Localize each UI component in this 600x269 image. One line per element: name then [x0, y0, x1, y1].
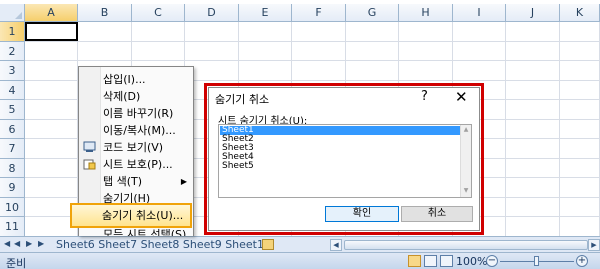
row-header[interactable]: 11: [0, 217, 25, 237]
row-header[interactable]: 7: [0, 139, 25, 159]
menu-item-delete[interactable]: 삭제(D): [79, 88, 193, 105]
row-header[interactable]: 5: [0, 100, 25, 120]
column-header[interactable]: B: [78, 4, 132, 22]
sheet-tab-bar: ◀ ◀ ▶ ▶ Sheet6 Sheet7 Sheet8 Sheet9 Shee…: [0, 236, 600, 252]
prev-sheet-icon[interactable]: ◀: [14, 239, 20, 248]
list-item[interactable]: Sheet5: [220, 162, 460, 171]
column-header[interactable]: G: [346, 4, 399, 22]
hidden-sheet-list[interactable]: Sheet1 Sheet2 Sheet3 Sheet4 Sheet5 ▲ ▼: [218, 124, 472, 198]
column-header[interactable]: C: [132, 4, 185, 22]
zoom-out-icon[interactable]: −: [486, 255, 498, 267]
close-icon[interactable]: ✕: [455, 88, 468, 106]
scroll-down-icon[interactable]: ▼: [462, 187, 470, 195]
zoom-slider-thumb[interactable]: [534, 256, 539, 266]
status-text: 준비: [6, 257, 27, 269]
protect-sheet-icon: [83, 159, 96, 170]
row-header[interactable]: 10: [0, 197, 25, 217]
help-icon[interactable]: ?: [421, 89, 428, 104]
column-header[interactable]: D: [185, 4, 239, 22]
row-header[interactable]: 3: [0, 61, 25, 81]
last-sheet-icon[interactable]: ▶: [38, 239, 44, 248]
code-view-icon: [83, 141, 96, 152]
page-break-view-icon[interactable]: [440, 255, 453, 267]
first-sheet-icon[interactable]: ◀: [4, 239, 10, 248]
list-item[interactable]: Sheet2: [220, 135, 460, 144]
ok-button[interactable]: 확인: [325, 206, 399, 222]
column-header[interactable]: I: [453, 4, 506, 22]
normal-view-icon[interactable]: [408, 255, 421, 267]
list-scrollbar[interactable]: ▲ ▼: [460, 125, 471, 197]
horizontal-scrollbar[interactable]: ◀ ▶: [330, 239, 600, 251]
submenu-arrow-icon: ▶: [180, 177, 187, 186]
column-header[interactable]: F: [292, 4, 346, 22]
column-header[interactable]: J: [506, 4, 560, 22]
list-item[interactable]: Sheet4: [220, 153, 460, 162]
zoom-in-icon[interactable]: +: [576, 255, 588, 267]
row-header[interactable]: 9: [0, 178, 25, 198]
row-header[interactable]: 1: [0, 22, 25, 42]
menu-item-insert[interactable]: 삽입(I)...: [79, 71, 193, 88]
next-sheet-icon[interactable]: ▶: [26, 239, 32, 248]
menu-item-protect-sheet[interactable]: 시트 보호(P)...: [79, 156, 193, 173]
list-item[interactable]: Sheet1: [220, 126, 460, 135]
status-bar: 준비 100% − +: [0, 252, 600, 269]
scroll-up-icon[interactable]: ▲: [462, 126, 470, 134]
column-header[interactable]: A: [25, 4, 78, 22]
menu-item-tab-color[interactable]: 탭 색(T) ▶: [79, 173, 193, 190]
select-all-corner[interactable]: [0, 4, 25, 22]
list-item[interactable]: Sheet3: [220, 144, 460, 153]
scroll-left-icon[interactable]: ◀: [330, 239, 342, 251]
row-header[interactable]: 8: [0, 158, 25, 178]
column-header[interactable]: K: [560, 4, 600, 22]
menu-item-rename[interactable]: 이름 바꾸기(R): [79, 105, 193, 122]
row-header[interactable]: 2: [0, 41, 25, 61]
column-header[interactable]: H: [399, 4, 453, 22]
cancel-button[interactable]: 취소: [401, 206, 473, 222]
menu-item-view-code[interactable]: 코드 보기(V): [79, 139, 193, 156]
dialog-title: 숨기기 취소: [215, 93, 270, 106]
zoom-level[interactable]: 100%: [456, 255, 487, 268]
row-header[interactable]: 4: [0, 80, 25, 100]
menu-item-move-copy[interactable]: 이동/복사(M)...: [79, 122, 193, 139]
page-layout-view-icon[interactable]: [424, 255, 437, 267]
menu-item-select-all-sheets[interactable]: 모든 시트 선택(S): [78, 228, 194, 236]
scroll-right-icon[interactable]: ▶: [588, 239, 600, 251]
menu-item-unhide[interactable]: 숨기기 취소(U)...: [70, 203, 192, 228]
scroll-thumb[interactable]: [344, 240, 588, 250]
selected-cell-a1[interactable]: [25, 22, 78, 41]
insert-sheet-icon[interactable]: [262, 239, 274, 250]
unhide-dialog: 숨기기 취소 ? ✕ 시트 숨기기 취소(U): Sheet1 Sheet2 S…: [208, 87, 480, 231]
column-header[interactable]: E: [239, 4, 292, 22]
row-header[interactable]: 6: [0, 119, 25, 139]
sheet-tabs[interactable]: Sheet6 Sheet7 Sheet8 Sheet9 Sheet10: [56, 238, 271, 251]
